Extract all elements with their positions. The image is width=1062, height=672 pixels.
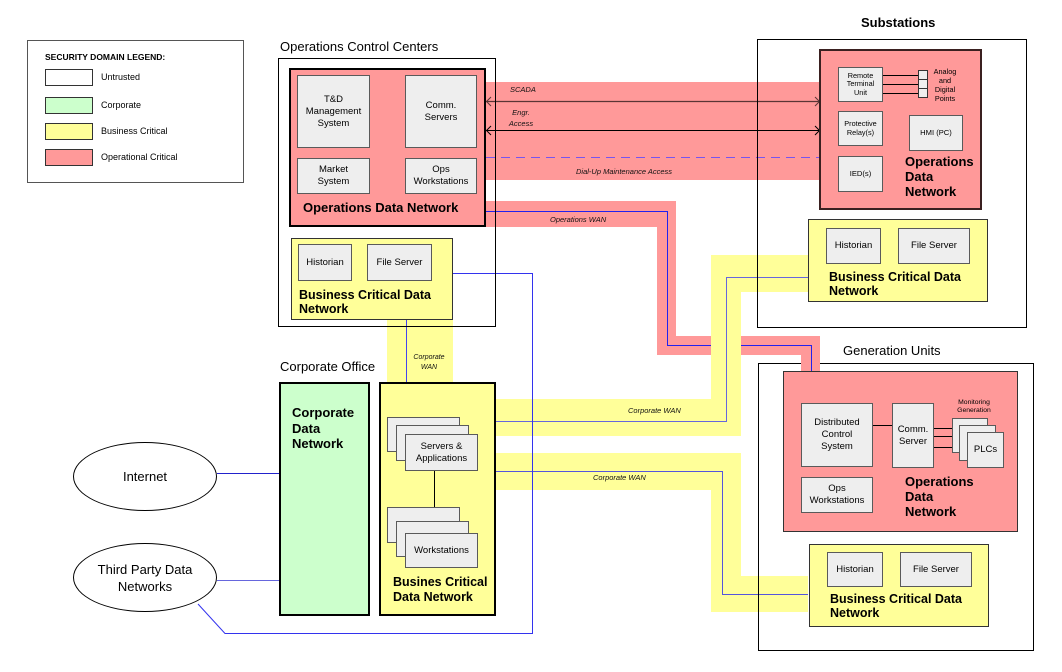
zone-title-substations: Substations [861, 15, 936, 30]
dcs-comm-link [873, 425, 892, 426]
historian-node: Historian [826, 228, 881, 264]
operations-wan-link-label: Operations WAN [550, 215, 607, 224]
legend-title: SECURITY DOMAIN LEGEND: [45, 52, 166, 62]
security-domain-legend: SECURITY DOMAIN LEGEND: Untrusted Corpor… [27, 40, 244, 183]
legend-swatch-operational-critical [45, 149, 93, 166]
io-point [918, 88, 928, 98]
legend-label-operational-critical: Operational Critical [101, 152, 178, 162]
analog-digital-points-label: Analog and Digital Points [933, 67, 957, 103]
rtu-point-link [883, 75, 918, 76]
zone-title-generation-units: Generation Units [843, 343, 941, 358]
operations-control-centers-boundary: T&D Management System Comm. Servers Mark… [278, 58, 496, 327]
monitoring-generation-label: Monitoring Generation [957, 399, 991, 414]
operations-data-network-label: Operations Data Network [905, 154, 974, 199]
business-critical-data-network: Historian File Server Business Critical … [809, 544, 989, 627]
rtu-point-link [883, 93, 918, 94]
hmi-pc-node: HMI (PC) [909, 115, 963, 151]
corporate-data-network-label: Corporate Data Network [292, 405, 355, 451]
remote-terminal-unit-node: Remote Terminal Unit [838, 67, 883, 102]
corporate-wan-substations-link-label: Corporate WAN [628, 406, 681, 415]
operations-data-network-label: Operations Data Network [303, 200, 459, 215]
zone-title-corporate-office: Corporate Office [280, 359, 376, 374]
ops-workstations-node: Ops Workstations [801, 477, 873, 513]
operations-data-network: Distributed Control System Comm. Server … [783, 371, 1018, 532]
legend-swatch-business-critical [45, 123, 93, 140]
historian-node: Historian [298, 244, 352, 281]
legend-swatch-corporate [45, 97, 93, 114]
comm-server-node: Comm. Server [892, 403, 934, 468]
ops-workstations-node: Ops Workstations [405, 158, 477, 194]
ieds-node: IED(s) [838, 156, 883, 192]
business-critical-data-network: Historian File Server Business Critical … [808, 219, 988, 302]
dialup-maintenance-link-label: Dial-Up Maintenance Access [576, 167, 673, 176]
business-critical-data-network: Servers & Applications Workstations Busi… [379, 382, 496, 616]
workstations-node: Workstations [405, 533, 478, 568]
file-server-node: File Server [900, 552, 972, 587]
plcs-node: PLCs [967, 432, 1004, 468]
distributed-control-system-node: Distributed Control System [801, 403, 873, 467]
file-server-node: File Server [367, 244, 432, 281]
zone-title-operations-control-centers: Operations Control Centers [280, 39, 439, 54]
file-server-node: File Server [898, 228, 970, 264]
legend-label-business-critical: Business Critical [101, 126, 168, 136]
third-party-data-networks-cloud: Third Party Data Networks [73, 543, 217, 612]
legend-label-corporate: Corporate [101, 100, 142, 110]
business-critical-data-network-label: Business Critical Data Network [830, 592, 962, 620]
corporate-wan-generation-link-label: Corporate WAN [593, 473, 646, 482]
operations-data-network: T&D Management System Comm. Servers Mark… [289, 68, 486, 227]
business-critical-data-network-label: Business Critical Data Network [299, 288, 431, 316]
scada-link-label: SCADA [510, 85, 536, 94]
substations-boundary: Remote Terminal Unit Analog and Digital … [757, 39, 1027, 328]
generation-units-boundary: Distributed Control System Comm. Server … [758, 363, 1034, 651]
legend-swatch-untrusted [45, 69, 93, 86]
operations-data-network: Remote Terminal Unit Analog and Digital … [819, 49, 982, 210]
business-critical-data-network-label: Busines Critical Data Network [393, 575, 488, 604]
corporate-data-network: Corporate Data Network [279, 382, 370, 616]
comm-plc-link [934, 428, 952, 429]
corporate-wan-band-ops-to-corporate [387, 320, 453, 382]
engr-access-link-label: Engr. Access [508, 108, 534, 128]
legend-label-untrusted: Untrusted [101, 72, 141, 82]
market-system-node: Market System [297, 158, 370, 194]
servers-workstations-link [434, 471, 435, 507]
historian-node: Historian [827, 552, 883, 587]
protective-relays-node: Protective Relay(s) [838, 111, 883, 146]
corporate-wan-ops-link-label: Corporate WAN [413, 354, 445, 371]
operations-data-network-label: Operations Data Network [905, 474, 974, 519]
comm-servers-node: Comm. Servers [405, 75, 477, 148]
rtu-point-link [883, 84, 918, 85]
internet-cloud: Internet [73, 442, 217, 511]
security-domain-diagram: SECURITY DOMAIN LEGEND: Untrusted Corpor… [0, 0, 1062, 672]
business-critical-data-network-label: Business Critical Data Network [829, 270, 961, 298]
business-critical-data-network: Historian File Server Business Critical … [291, 238, 453, 320]
servers-applications-node: Servers & Applications [405, 434, 478, 471]
td-management-system-node: T&D Management System [297, 75, 370, 148]
